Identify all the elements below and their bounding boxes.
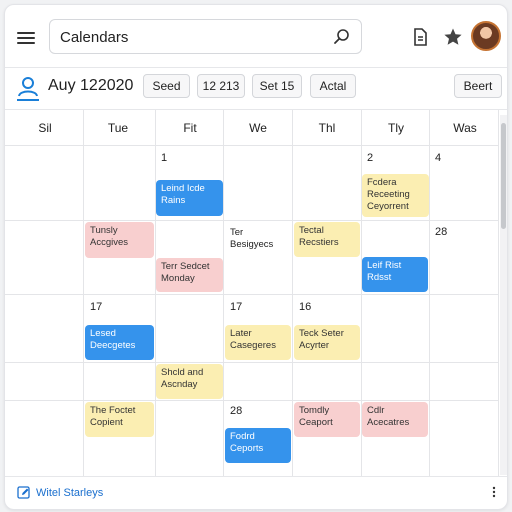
toolbar-button-set[interactable]: Set 15 (252, 74, 302, 98)
day-header: Sil (38, 121, 52, 135)
day-header: Tue (107, 121, 129, 135)
day-number: 16 (299, 301, 312, 313)
day-header: Fit (183, 121, 197, 135)
more-vertical-icon[interactable] (492, 485, 496, 499)
calendar-event[interactable]: Tomdly Ceaport (294, 402, 360, 437)
calendar-event[interactable]: Tunsly Accgives (85, 222, 154, 258)
day-number: 4 (435, 152, 442, 164)
grid-row-line (5, 220, 498, 221)
grid-row-line (5, 294, 498, 295)
menu-icon[interactable] (17, 29, 35, 47)
day-header: Was (453, 121, 477, 135)
calendar-edit-icon[interactable] (17, 485, 31, 499)
grid-column-line (429, 110, 430, 476)
toolbar-button-beert[interactable]: Beert (454, 74, 502, 98)
day-number: 17 (230, 301, 243, 313)
grid-column-line (498, 110, 499, 476)
toolbar-divider (5, 109, 507, 110)
grid-row-line (5, 362, 498, 363)
search-input[interactable]: Calendars (60, 29, 128, 46)
scrollbar-thumb[interactable] (501, 123, 506, 229)
footer-link[interactable]: Witel Starleys (36, 487, 103, 499)
grid-row-line (5, 145, 498, 146)
grid-row-line (5, 400, 498, 401)
toolbar-button-range[interactable]: 12 213 (197, 74, 245, 98)
day-number: 2 (367, 152, 374, 164)
day-number: 1 (161, 152, 168, 164)
grid-column-line (83, 110, 84, 476)
calendar-event[interactable]: Fcdera Receeting Ceyorrent (362, 174, 429, 217)
day-number: 28 (435, 226, 448, 238)
person-icon (17, 77, 39, 101)
calendar-event[interactable]: The Foctet Copient (85, 402, 154, 437)
search-icon[interactable] (333, 28, 351, 46)
calendar-event[interactable]: Later Casegeres (225, 325, 291, 360)
day-number: 17 (90, 301, 103, 313)
grid-column-line (223, 110, 224, 476)
grid-column-line (292, 110, 293, 476)
toolbar-button-seed[interactable]: Seed (143, 74, 190, 98)
document-icon[interactable] (410, 27, 430, 47)
star-icon[interactable] (443, 27, 463, 47)
footer-divider (5, 476, 507, 477)
calendar-event[interactable]: Fodrd Ceports (225, 428, 291, 463)
calendar-event[interactable]: Lesed Deecgetes (85, 325, 154, 360)
calendar-event[interactable]: Leif Rist Rdsst (362, 257, 428, 292)
day-header: We (249, 121, 267, 135)
calendar-entry-text[interactable]: Ter Besigyecs (230, 227, 273, 251)
header-divider (5, 67, 507, 68)
calendar-app-window: Calendars Auy 122020 Seed 12 213 Set 15 … (4, 4, 508, 510)
calendar-event[interactable]: Shcld and Ascnday (156, 364, 223, 399)
search-field[interactable]: Calendars (49, 19, 362, 54)
grid-column-line (155, 110, 156, 476)
calendar-event[interactable]: Tectal Recstiers (294, 222, 360, 257)
day-number: 28 (230, 405, 243, 417)
calendar-event[interactable]: Terr Sedcet Monday (156, 258, 223, 292)
day-header: Thl (318, 121, 336, 135)
calendar-event[interactable]: Cdlr Acecatres (362, 402, 428, 437)
calendar-event[interactable]: Leind Icde Rains (156, 180, 223, 216)
toolbar-button-actal[interactable]: Actal (310, 74, 356, 98)
user-avatar[interactable] (471, 21, 501, 51)
current-date-title: Auy 122020 (48, 77, 134, 94)
calendar-event[interactable]: Teck Seter Acyrter (294, 325, 360, 360)
day-header: Tly (388, 121, 404, 135)
